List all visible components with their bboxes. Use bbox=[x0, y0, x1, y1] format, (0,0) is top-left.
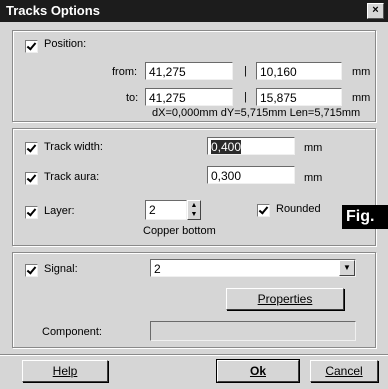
to-y-input[interactable]: 15,875 bbox=[256, 88, 342, 106]
layer-label: Layer: bbox=[44, 205, 75, 217]
properties-label: Properties bbox=[257, 292, 313, 306]
window-title: Tracks Options bbox=[6, 3, 100, 18]
to-divider: | bbox=[244, 91, 247, 103]
help-button[interactable]: Help bbox=[22, 360, 108, 382]
to-unit: mm bbox=[352, 92, 371, 104]
to-label: to: bbox=[126, 92, 139, 104]
track-aura-input[interactable]: 0,300 bbox=[207, 166, 295, 184]
track-aura-unit: mm bbox=[304, 172, 323, 184]
from-label: from: bbox=[112, 66, 138, 78]
chevron-down-icon[interactable]: ▼ bbox=[339, 260, 355, 276]
help-label: Help bbox=[52, 364, 78, 378]
cancel-button[interactable]: Cancel bbox=[310, 360, 378, 382]
title-bar: Tracks Options × bbox=[0, 0, 388, 22]
rounded-checkbox[interactable] bbox=[257, 204, 270, 217]
layer-name: Copper bottom bbox=[143, 225, 216, 237]
position-label: Position: bbox=[44, 38, 87, 50]
signal-checkbox[interactable] bbox=[25, 264, 38, 277]
cancel-label: Cancel bbox=[325, 364, 363, 378]
layer-input[interactable]: 2 bbox=[145, 200, 187, 220]
delta-readout: dX=0,000mm dY=5,715mm Len=5,715mm bbox=[152, 107, 361, 119]
component-field bbox=[150, 321, 356, 341]
track-width-checkbox[interactable] bbox=[25, 142, 38, 155]
position-checkbox[interactable] bbox=[25, 40, 38, 53]
track-width-value: 0,400 bbox=[211, 140, 242, 154]
signal-label: Signal: bbox=[44, 263, 78, 275]
to-x-input[interactable]: 41,275 bbox=[145, 88, 233, 106]
figure-overlay-label: Fig. bbox=[342, 205, 388, 229]
divider bbox=[0, 354, 388, 356]
track-aura-checkbox[interactable] bbox=[25, 172, 38, 185]
spin-up-icon[interactable]: ▲ bbox=[188, 201, 200, 210]
ok-button[interactable]: Ok bbox=[216, 359, 300, 383]
properties-button[interactable]: Properties bbox=[226, 288, 344, 310]
from-x-input[interactable]: 41,275 bbox=[145, 62, 233, 80]
from-divider: | bbox=[244, 65, 247, 77]
layer-spinner[interactable]: ▲ ▼ bbox=[187, 200, 201, 220]
ok-label: Ok bbox=[249, 364, 266, 378]
layer-checkbox[interactable] bbox=[25, 206, 38, 219]
spin-down-icon[interactable]: ▼ bbox=[188, 210, 200, 219]
track-width-unit: mm bbox=[304, 142, 323, 154]
track-width-input[interactable]: 0,400 bbox=[207, 137, 295, 155]
component-label: Component: bbox=[42, 326, 102, 338]
rounded-label: Rounded bbox=[276, 203, 321, 215]
track-aura-label: Track aura: bbox=[44, 171, 100, 183]
track-width-label: Track width: bbox=[44, 141, 103, 153]
signal-select[interactable]: 2 bbox=[150, 259, 356, 277]
close-icon[interactable]: × bbox=[367, 3, 384, 19]
from-unit: mm bbox=[352, 66, 371, 78]
from-y-input[interactable]: 10,160 bbox=[256, 62, 342, 80]
